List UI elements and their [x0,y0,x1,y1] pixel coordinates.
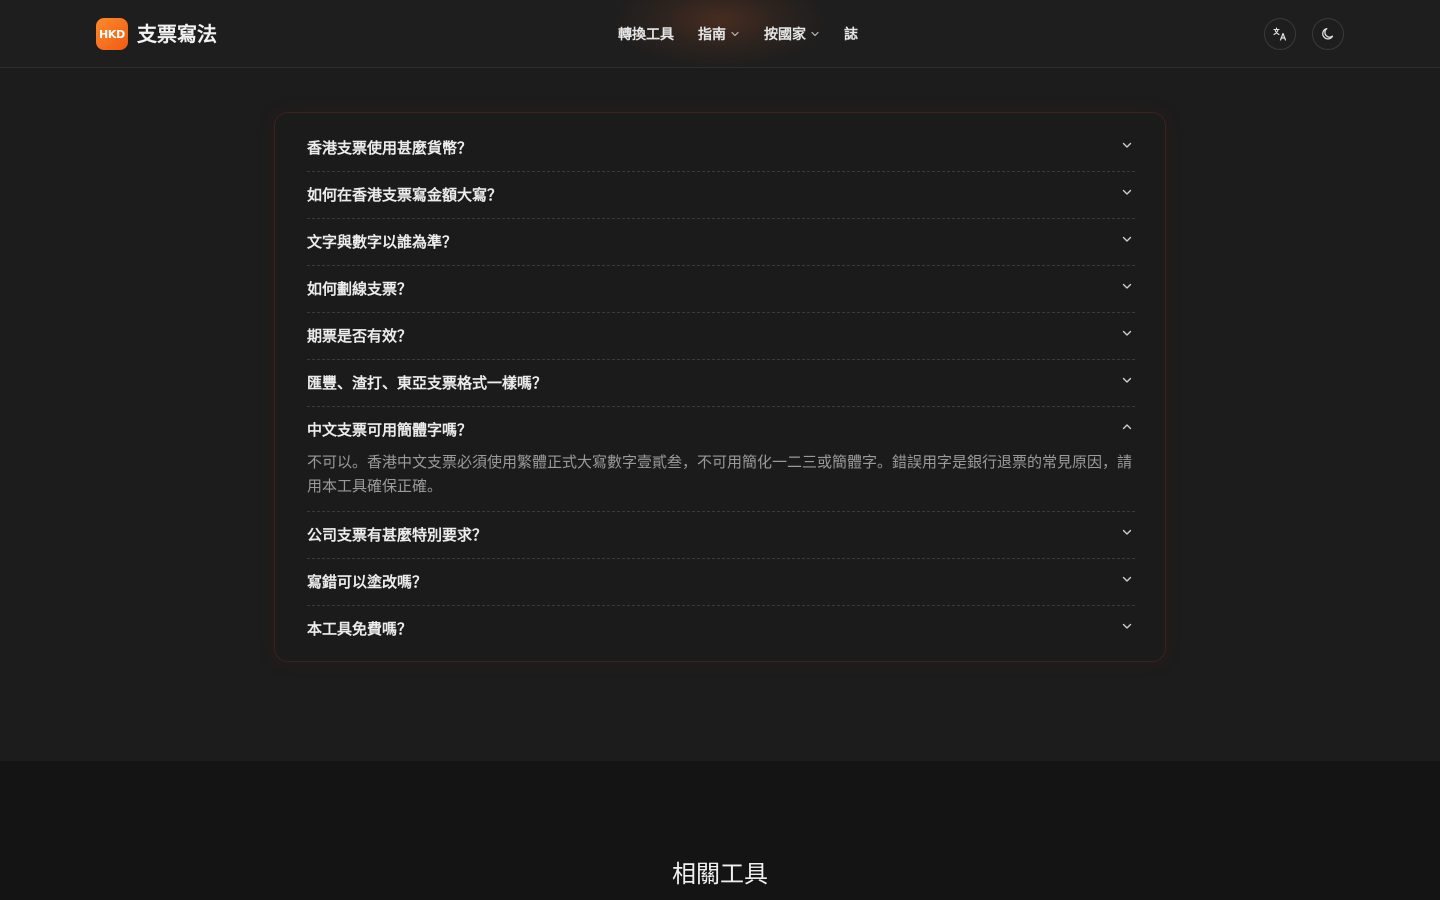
chevron-down-icon [1122,189,1132,195]
faq-item[interactable]: 文字與數字以誰為準？ [307,219,1135,266]
logo-text[interactable]: 支票寫法 [137,19,217,49]
faq-question: 期票是否有效？ [307,327,413,345]
faq-item[interactable]: 匯豐、渣打、東亞支票格式一樣嗎？ [307,360,1135,407]
chevron-down-icon [731,31,739,37]
faq-item[interactable]: 香港支票使用甚麼貨幣？ [307,113,1135,172]
nav-item-by-country[interactable]: 按國家 [764,24,820,44]
nav-item-guide[interactable]: 指南 [698,24,740,44]
faq-item[interactable]: 公司支票有甚麼特別要求？ [307,512,1135,559]
language-button[interactable] [1264,18,1296,50]
faq-question: 寫錯可以塗改嗎？ [307,573,428,591]
chevron-down-icon [1122,576,1132,582]
nav-item-label: 轉換工具 [618,27,674,43]
faq-question: 中文支票可用簡體字嗎？ [307,421,473,439]
chevron-down-icon [1122,377,1132,383]
site-header: HKD 支票寫法 轉換工具 指南 按國家 誌 [0,0,1440,70]
chevron-down-icon [1122,330,1132,336]
nav-item-label: 指南 [698,27,726,43]
faq-question: 香港支票使用甚麼貨幣？ [307,139,473,157]
faq-item[interactable]: 本工具免費嗎？ [307,606,1135,653]
main-nav: 轉換工具 指南 按國家 誌 [618,22,858,46]
faq-answer: 不可以。香港中文支票必須使用繁體正式大寫數字壹貳叁，不可用簡化一二三或簡體字。錯… [307,453,1133,495]
chevron-down-icon [1122,142,1132,148]
faq-question: 本工具免費嗎？ [307,620,413,638]
related-tools-section: 相關工具 [0,761,1440,900]
faq-question: 匯豐、渣打、東亞支票格式一樣嗎？ [307,374,548,392]
faq-card: 香港支票使用甚麼貨幣？ 如何在香港支票寫金額大寫？ 文字與數字以誰為準？ 如何劃… [274,112,1166,662]
chevron-down-icon [811,31,819,37]
faq-item-expanded[interactable]: 中文支票可用簡體字嗎？ 不可以。香港中文支票必須使用繁體正式大寫數字壹貳叁，不可… [307,407,1135,512]
logo-badge[interactable]: HKD [96,18,128,50]
nav-item-label: 誌 [844,27,858,43]
chevron-down-icon [1122,529,1132,535]
faq-question: 公司支票有甚麼特別要求？ [307,526,488,544]
nav-item-label: 按國家 [764,27,806,43]
theme-toggle-button[interactable] [1312,18,1344,50]
faq-item[interactable]: 寫錯可以塗改嗎？ [307,559,1135,606]
faq-item[interactable]: 如何在香港支票寫金額大寫？ [307,172,1135,219]
translate-icon [1273,27,1287,41]
chevron-down-icon [1122,236,1132,242]
faq-item[interactable]: 期票是否有效？ [307,313,1135,360]
faq-question: 文字與數字以誰為準？ [307,233,458,251]
section-title: 相關工具 [672,860,768,888]
nav-item-converter[interactable]: 轉換工具 [618,24,674,44]
chevron-up-icon [1122,424,1132,430]
moon-icon [1322,27,1334,40]
faq-question: 如何劃線支票？ [307,280,413,298]
chevron-down-icon [1122,283,1132,289]
nav-item-blog[interactable]: 誌 [844,24,858,44]
faq-question: 如何在香港支票寫金額大寫？ [307,186,503,204]
faq-item[interactable]: 如何劃線支票？ [307,266,1135,313]
chevron-down-icon [1122,623,1132,629]
